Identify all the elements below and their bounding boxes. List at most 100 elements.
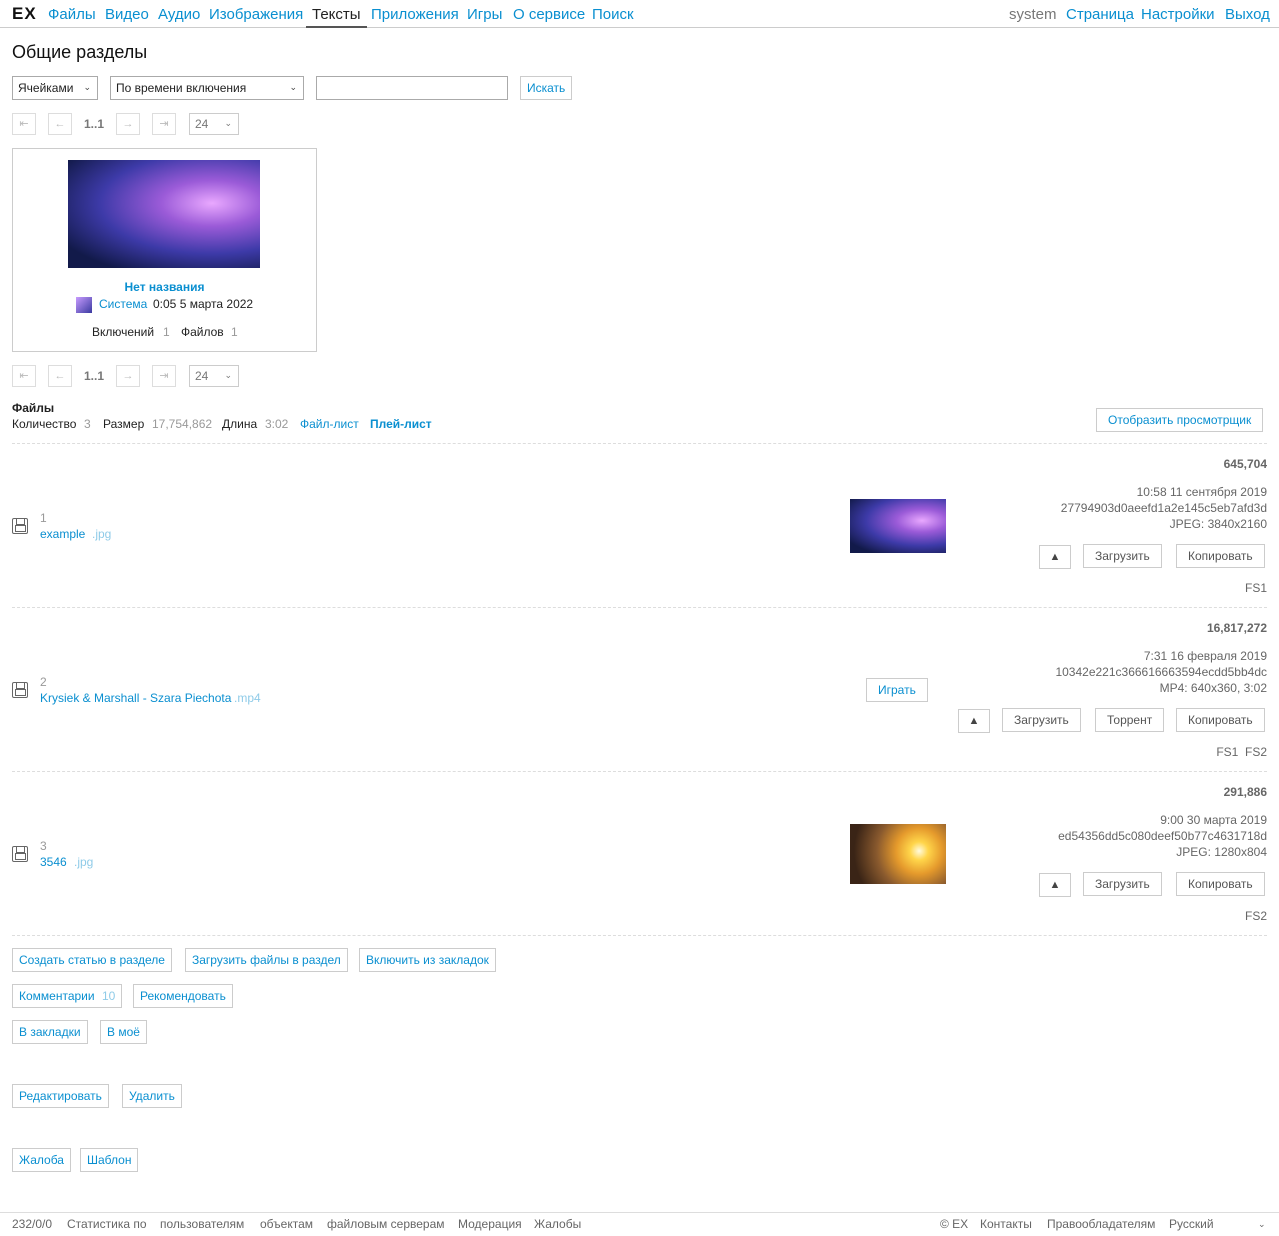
- file-size: 645,704: [1223, 457, 1267, 471]
- divider: [12, 443, 1267, 444]
- first-page-icon[interactable]: ⇤: [12, 365, 36, 387]
- first-page-icon[interactable]: ⇤: [12, 113, 36, 135]
- copy-button[interactable]: Копировать: [1176, 708, 1265, 732]
- upload-arrow-icon[interactable]: ▲: [958, 709, 990, 733]
- save-icon[interactable]: [12, 682, 28, 698]
- create-article-button[interactable]: Создать статью в разделе: [12, 948, 172, 972]
- user-name[interactable]: system: [1009, 6, 1057, 23]
- prev-page-icon[interactable]: ←: [48, 365, 72, 387]
- search-input[interactable]: [316, 76, 508, 100]
- nav-logout[interactable]: Выход: [1225, 6, 1270, 23]
- language-select[interactable]: Русский: [1169, 1217, 1214, 1231]
- nav-images[interactable]: Изображения: [209, 6, 303, 23]
- upload-arrow-icon[interactable]: ▲: [1039, 873, 1071, 897]
- nav-files[interactable]: Файлы: [48, 6, 96, 23]
- playlist-link[interactable]: Плей-лист: [370, 417, 432, 431]
- search-button[interactable]: Искать: [520, 76, 573, 100]
- comments-count: 10: [101, 989, 116, 1003]
- include-bookmarks-button[interactable]: Включить из закладок: [359, 948, 496, 972]
- next-page-icon[interactable]: →: [116, 365, 140, 387]
- file-info: JPEG: 3840x2160: [1169, 517, 1267, 531]
- last-page-icon[interactable]: ⇥: [152, 365, 176, 387]
- nav-about[interactable]: О сервисе: [513, 6, 585, 23]
- card-thumbnail[interactable]: [68, 160, 260, 268]
- count-value: 3: [84, 417, 91, 431]
- count-label: Количество: [12, 417, 77, 431]
- save-icon[interactable]: [12, 518, 28, 534]
- length-label: Длина: [222, 417, 258, 431]
- nav-search[interactable]: Поиск: [592, 6, 634, 23]
- card-title[interactable]: Нет названия: [13, 280, 316, 294]
- files-count: 1: [231, 325, 238, 339]
- prev-page-icon[interactable]: ←: [48, 113, 72, 135]
- logo[interactable]: EX: [12, 4, 37, 24]
- avatar[interactable]: [76, 297, 92, 313]
- last-page-icon[interactable]: ⇥: [152, 113, 176, 135]
- download-button[interactable]: Загрузить: [1083, 872, 1162, 896]
- download-button[interactable]: Загрузить: [1002, 708, 1081, 732]
- file-name[interactable]: Krysiek & Marshall - Szara Piechota: [40, 691, 231, 705]
- stats-counter: 232/0/0: [12, 1217, 53, 1231]
- recommend-button[interactable]: Рекомендовать: [133, 984, 233, 1008]
- next-page-icon[interactable]: →: [116, 113, 140, 135]
- view-select[interactable]: Ячейками ⌄: [12, 76, 98, 100]
- per-page-select[interactable]: 24 ⌄: [189, 113, 239, 135]
- includes-label: Включений: [92, 325, 155, 339]
- bookmark-button[interactable]: В закладки: [12, 1020, 88, 1044]
- comments-button[interactable]: Комментарии 10: [12, 984, 123, 1008]
- moderation-link[interactable]: Модерация: [458, 1217, 522, 1231]
- file-index: 1: [40, 511, 47, 525]
- to-mine-button[interactable]: В моё: [100, 1020, 147, 1044]
- stats-users-link[interactable]: пользователям: [160, 1217, 244, 1231]
- file-date: 9:00 30 марта 2019: [1160, 813, 1267, 827]
- upload-arrow-icon[interactable]: ▲: [1039, 545, 1071, 569]
- show-viewer-button[interactable]: Отобразить просмотрщик: [1096, 408, 1264, 432]
- per-page-select[interactable]: 24 ⌄: [189, 365, 239, 387]
- divider: [12, 935, 1267, 936]
- size-value: 17,754,862: [152, 417, 213, 431]
- filelist-link[interactable]: Файл-лист: [300, 417, 359, 431]
- upload-files-button[interactable]: Загрузить файлы в раздел: [185, 948, 348, 972]
- nav-games[interactable]: Игры: [467, 6, 502, 23]
- file-thumbnail[interactable]: [850, 824, 946, 884]
- sort-select[interactable]: По времени включения ⌄: [110, 76, 304, 100]
- contacts-link[interactable]: Контакты: [980, 1217, 1032, 1231]
- file-thumbnail[interactable]: [850, 499, 946, 553]
- file-hash: ed54356dd5c080deef50b77c4631718d: [1058, 829, 1267, 843]
- nav-audio[interactable]: Аудио: [158, 6, 200, 23]
- file-date: 7:31 16 февраля 2019: [1143, 649, 1267, 663]
- file-servers: FS1: [1244, 581, 1267, 595]
- edit-button[interactable]: Редактировать: [12, 1084, 109, 1108]
- nav-texts[interactable]: Тексты: [306, 0, 367, 28]
- template-button[interactable]: Шаблон: [80, 1148, 139, 1172]
- stats-fileservers-link[interactable]: файловым серверам: [327, 1217, 445, 1231]
- file-hash: 10342e221c366616663594ecdd5bb4dc: [1055, 665, 1267, 679]
- chevron-down-icon: ⌄: [224, 370, 232, 380]
- save-icon[interactable]: [12, 846, 28, 862]
- card-author[interactable]: Система: [99, 297, 147, 311]
- stats-objects-link[interactable]: объектам: [260, 1217, 313, 1231]
- nav-apps[interactable]: Приложения: [371, 6, 459, 23]
- download-button[interactable]: Загрузить: [1083, 544, 1162, 568]
- file-info: MP4: 640x360, 3:02: [1159, 681, 1267, 695]
- complaints-link[interactable]: Жалобы: [534, 1217, 581, 1231]
- torrent-button[interactable]: Торрент: [1095, 708, 1165, 732]
- delete-button[interactable]: Удалить: [122, 1084, 182, 1108]
- chevron-down-icon[interactable]: ⌄: [1258, 1219, 1266, 1230]
- nav-page[interactable]: Страница: [1066, 6, 1134, 23]
- page-range: 1..1: [84, 369, 105, 383]
- copy-button[interactable]: Копировать: [1176, 872, 1265, 896]
- file-date: 10:58 11 сентября 2019: [1136, 485, 1267, 499]
- complaint-button[interactable]: Жалоба: [12, 1148, 71, 1172]
- section-card: Нет названия Система 0:05 5 марта 2022 В…: [12, 148, 317, 352]
- nav-video[interactable]: Видео: [105, 6, 149, 23]
- file-hash: 27794903d0aeefd1a2e145c5eb7afd3d: [1060, 501, 1267, 515]
- nav-settings[interactable]: Настройки: [1141, 6, 1215, 23]
- copy-button[interactable]: Копировать: [1176, 544, 1265, 568]
- play-button[interactable]: Играть: [866, 678, 928, 702]
- rightholders-link[interactable]: Правообладателям: [1047, 1217, 1155, 1231]
- file-servers: FS1 FS2: [1216, 745, 1267, 759]
- file-name[interactable]: 3546: [40, 855, 67, 869]
- file-name[interactable]: example: [40, 527, 85, 541]
- file-size: 16,817,272: [1206, 621, 1267, 635]
